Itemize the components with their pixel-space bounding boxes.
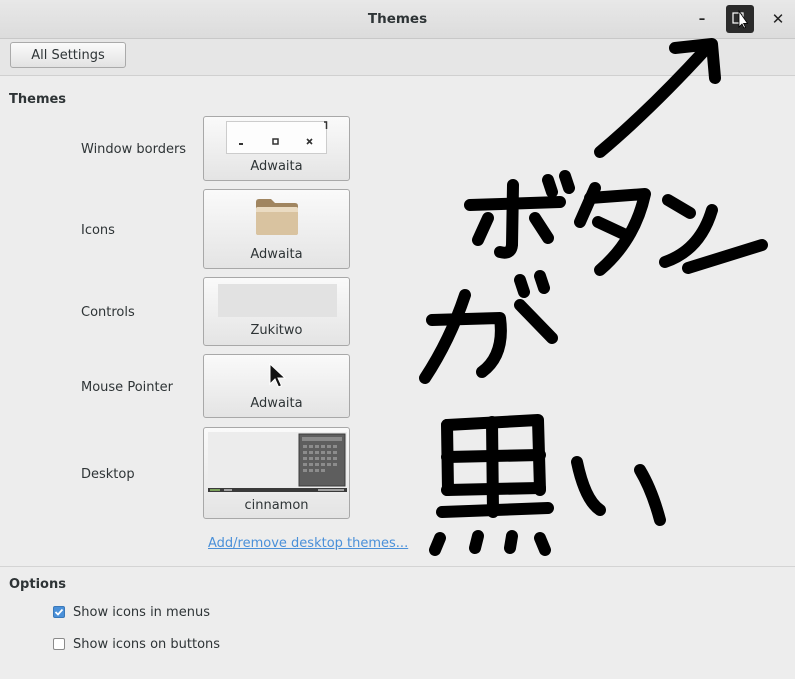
minimize-button[interactable]: – xyxy=(688,5,716,33)
show-icons-in-menus-checkbox[interactable] xyxy=(53,606,65,618)
add-remove-desktop-themes-link[interactable]: Add/remove desktop themes... xyxy=(208,536,408,551)
handwritten-annotation xyxy=(419,38,768,556)
close-icon: ✕ xyxy=(771,10,785,28)
mouse-pointer-label: Mouse Pointer xyxy=(81,380,173,395)
checkmark-icon xyxy=(54,608,64,616)
window-borders-value: Adwaita xyxy=(250,159,303,174)
desktop-value: cinnamon xyxy=(244,498,309,513)
show-icons-on-buttons-checkbox[interactable] xyxy=(53,638,65,650)
title-bar: Themes – ✕ xyxy=(0,0,795,39)
options-heading: Options xyxy=(9,577,66,592)
controls-label: Controls xyxy=(81,305,135,320)
controls-preview xyxy=(218,284,337,317)
pointer-icon xyxy=(269,362,287,388)
icons-value: Adwaita xyxy=(250,247,303,262)
maximize-icon xyxy=(732,9,749,29)
window-borders-preview-icon xyxy=(226,121,328,154)
mouse-pointer-chooser[interactable]: Adwaita xyxy=(203,354,350,418)
show-icons-in-menus-label[interactable]: Show icons in menus xyxy=(73,605,210,620)
close-button[interactable]: ✕ xyxy=(764,5,792,33)
section-divider xyxy=(0,566,795,567)
controls-value: Zukitwo xyxy=(250,323,303,338)
icons-label: Icons xyxy=(81,223,115,238)
window-borders-label: Window borders xyxy=(81,142,187,157)
toolbar: All Settings xyxy=(0,39,795,76)
all-settings-button[interactable]: All Settings xyxy=(10,42,126,68)
themes-heading: Themes xyxy=(9,92,67,107)
mouse-pointer-value: Adwaita xyxy=(250,396,303,411)
desktop-preview xyxy=(208,432,347,494)
minimize-icon: – xyxy=(698,11,706,27)
window-borders-chooser[interactable]: Adwaita xyxy=(203,116,350,181)
desktop-chooser[interactable]: cinnamon xyxy=(203,427,350,519)
folder-icon xyxy=(256,199,298,235)
desktop-label: Desktop xyxy=(81,467,135,482)
maximize-button[interactable] xyxy=(726,5,754,33)
show-icons-on-buttons-label[interactable]: Show icons on buttons xyxy=(73,637,220,652)
controls-chooser[interactable]: Zukitwo xyxy=(203,277,350,346)
window-title: Themes xyxy=(367,11,428,27)
icons-chooser[interactable]: Adwaita xyxy=(203,189,350,269)
